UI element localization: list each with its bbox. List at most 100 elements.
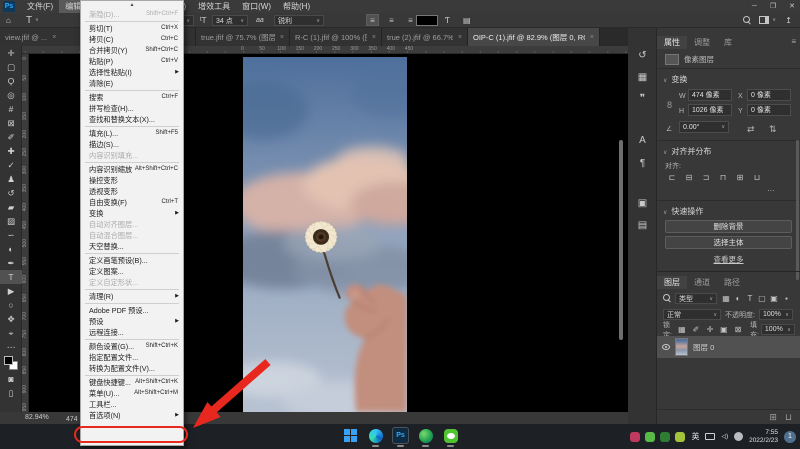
filter-adjustment-layers-icon[interactable]: ◐ [732,294,744,303]
tray-app-3[interactable] [660,431,671,442]
document-tab[interactable]: true (2).jfif @ 66.7%(RG... × [382,28,468,46]
lock-transparent-icon[interactable]: ▦ [676,325,688,334]
taskbar-wechat[interactable] [442,427,459,447]
menu-item-fade[interactable]: 渐隐(D)... Shift+Ctrl+F [81,9,183,20]
menubar-plugins[interactable]: 增效工具 [192,0,236,13]
taskbar-photoshop[interactable]: Ps [392,427,409,447]
panel-scrollbar[interactable] [796,140,799,280]
layer-filter-select[interactable]: 类型 ∨ [675,293,717,304]
warp-text-button[interactable]: Ƭ [445,13,450,27]
paragraph-panel-icon[interactable]: ¶ [628,154,657,172]
lock-all-icon[interactable]: ⊠ [732,325,744,334]
align-bottom-edges-icon[interactable]: ⊔ [750,172,764,182]
filter-type-layers-icon[interactable]: T [744,294,756,303]
document-tab[interactable]: R-C (1).jfif @ 100% (图层... × [290,28,382,46]
angle-field[interactable]: 0.00° ∨ [679,121,729,133]
lock-artboard-icon[interactable]: ▣ [718,325,730,334]
align-horizontal-centers-icon[interactable]: ⊟ [682,172,696,182]
color-wells[interactable] [0,354,22,372]
zoom-level[interactable]: 82.94% [25,414,49,421]
align-vertical-centers-icon[interactable]: ⊞ [733,172,747,182]
filter-pixel-layers-icon[interactable]: ▦ [720,294,732,303]
menu-item-define-brush-preset[interactable]: 定义画笔预设(B)... [81,255,183,266]
crop-tool[interactable]: # [0,102,22,116]
menu-item-transform[interactable]: 变换 ▶ [81,208,183,219]
filter-smart-objects-icon[interactable]: ▣ [768,294,780,303]
menu-item-sky-replacement[interactable]: 天空替换... [81,241,183,252]
filter-switch-icon[interactable]: ● [785,296,788,302]
filter-shape-layers-icon[interactable]: ▢ [756,294,768,303]
delete-layer-icon[interactable]: ⊔ [785,412,792,423]
restore-button[interactable]: ❐ [770,0,776,13]
menu-item-spell-check[interactable]: 拼写检查(H)... [81,103,183,114]
ime-indicator[interactable]: 英 [691,431,699,442]
menubar-window[interactable]: 窗口(W) [236,0,277,13]
align-left-edges-icon[interactable]: ⊏ [665,172,679,182]
smudge-tool[interactable]: ∽ [0,228,22,242]
shape-tool[interactable]: ○ [0,298,22,312]
taskbar-clock[interactable]: 7:55 2022/2/23 [749,429,778,445]
display-icon[interactable] [705,433,716,440]
brush-tool[interactable]: ✓ [0,158,22,172]
menu-item-clear[interactable]: 清除(E) [81,78,183,89]
comments-panel-icon[interactable]: ❞ [628,89,657,107]
tab-properties[interactable]: 属性 [657,36,687,49]
move-tool[interactable]: ✛ [0,46,22,60]
notification-badge[interactable]: 1 [784,430,796,443]
menu-item-auto-align-layers[interactable]: 自动对齐图层... [81,219,183,230]
document-tab[interactable]: true.jfif @ 75.7% (图层 0,... × [196,28,290,46]
screen-mode-button[interactable]: ▯ [0,386,22,400]
start-button[interactable] [342,427,359,444]
foreground-color-swatch[interactable] [4,356,13,365]
flip-horizontal-icon[interactable]: ⇄ [747,124,755,135]
history-brush-tool[interactable]: ↺ [0,186,22,200]
menubar-file[interactable]: 文件(F) [21,0,59,13]
frame-tool[interactable]: ⊠ [0,116,22,130]
fill-select[interactable]: 100% ∨ [760,324,795,335]
tab-close-icon[interactable]: × [280,34,284,41]
transform-section-header[interactable]: ∨ 变换 [663,74,687,85]
menu-item-perspective-warp[interactable]: 透视变形 [81,186,183,197]
font-size-select[interactable]: 34 点 ∨ [212,15,248,26]
blend-mode-select[interactable]: 正常 ∨ [663,309,721,320]
lock-pixels-icon[interactable]: ✐ [690,325,702,334]
tray-app-4[interactable] [675,431,686,442]
tray-app-1[interactable] [630,431,641,442]
align-center-button[interactable]: ≡ [385,14,398,26]
quick-mask-button[interactable]: ◙ [0,372,22,386]
gradient-tool[interactable]: ▨ [0,214,22,228]
menu-item-free-transform[interactable]: 自由变换(F) Ctrl+T [81,197,183,208]
swatches-panel-icon[interactable]: ▦ [628,68,657,86]
new-layer-icon[interactable]: ⊞ [769,412,777,423]
tab-close-icon[interactable]: × [372,34,376,41]
menubar-help[interactable]: 帮助(H) [277,0,316,13]
tool-preset-picker[interactable]: T ∨ [26,13,39,27]
align-left-button[interactable]: ≡ [366,14,379,26]
clone-stamp-tool[interactable]: ♟ [0,172,22,186]
menu-item-find-replace[interactable]: 查找和替换文本(X)... [81,114,183,125]
height-field[interactable]: 1026 像素 [688,104,732,116]
menu-item-auto-blend-layers[interactable]: 自动混合图层... [81,230,183,241]
menu-item-stroke[interactable]: 描边(S)... [81,139,183,150]
menu-item-fill[interactable]: 填充(L)... Shift+F5 [81,128,183,139]
tab-adjustments[interactable]: 调整 [687,36,717,49]
tray-app-2[interactable] [645,431,656,442]
layer-name[interactable]: 图层 0 [693,342,714,353]
tab-close-icon[interactable]: × [590,34,594,41]
hand-tool[interactable]: ✥ [0,312,22,326]
close-button[interactable]: ✕ [789,0,795,13]
menu-item-search[interactable]: 搜索 Ctrl+F [81,92,183,103]
pen-tool[interactable]: ✒ [0,256,22,270]
type-tool[interactable]: T [0,270,22,284]
see-more-link[interactable]: 查看更多 [657,254,800,265]
history-panel-icon[interactable]: ↺ [628,46,657,64]
tray-animal-icon[interactable] [734,432,744,441]
menu-item-copy[interactable]: 拷贝(C) Ctrl+C [81,34,183,45]
zoom-tool[interactable]: ⌖ [0,326,22,340]
tab-paths[interactable]: 路径 [717,276,747,289]
select-subject-button[interactable]: 选择主体 [665,236,792,249]
align-right-edges-icon[interactable]: ⊐ [699,172,713,182]
character-panel-icon[interactable]: A [628,131,657,149]
tab-close-icon[interactable]: × [52,34,56,41]
menu-item-copy-merged[interactable]: 合并拷贝(Y) Shift+Ctrl+C [81,45,183,56]
